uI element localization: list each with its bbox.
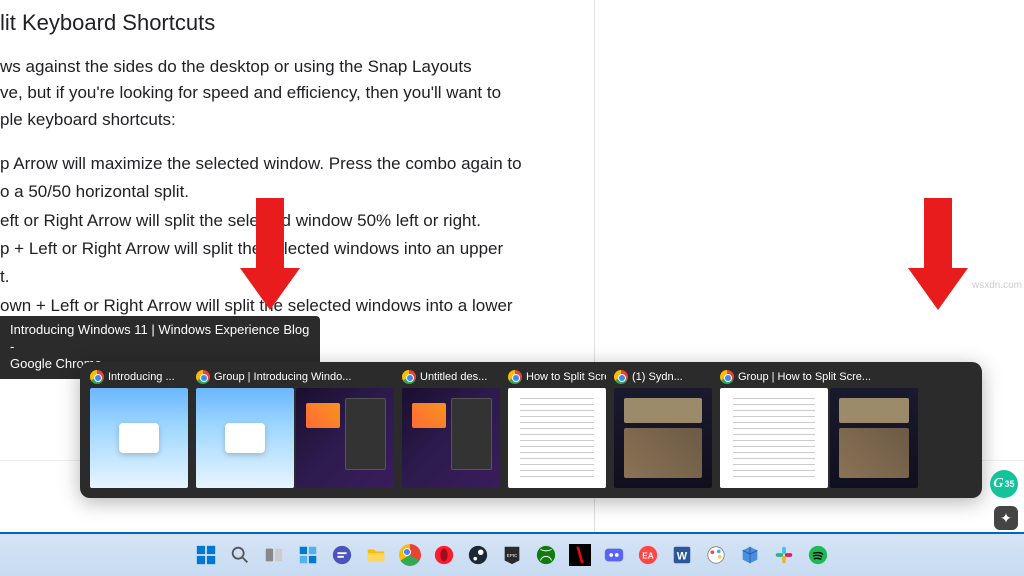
taskview-window-2[interactable]: Untitled des... <box>402 370 500 488</box>
window-thumbnail <box>402 388 500 488</box>
window-thumbnail <box>830 388 918 488</box>
chrome-icon <box>508 370 522 384</box>
xbox-icon[interactable] <box>532 541 560 569</box>
spotify-icon[interactable] <box>804 541 832 569</box>
search-icon[interactable] <box>226 541 254 569</box>
annotation-arrow-right <box>908 198 968 318</box>
discord-icon[interactable] <box>600 541 628 569</box>
taskview-window-5[interactable]: Group | How to Split Scre... <box>720 370 918 488</box>
annotation-arrow-left <box>240 198 300 318</box>
taskview-window-3[interactable]: How to Split Scree... <box>508 370 606 488</box>
chat-icon[interactable] <box>328 541 356 569</box>
svg-text:EPIC: EPIC <box>507 553 518 558</box>
taskview-window-1[interactable]: Group | Introducing Windo... <box>196 370 394 488</box>
paint-icon[interactable] <box>702 541 730 569</box>
taskview-window-label: How to Split Scree... <box>526 371 606 383</box>
start-icon[interactable] <box>192 541 220 569</box>
taskview-window-label: Group | Introducing Windo... <box>214 371 351 383</box>
widgets-icon[interactable] <box>294 541 322 569</box>
window-thumbnail <box>90 388 188 488</box>
svg-text:W: W <box>677 551 688 563</box>
watermark: wsxdn.com <box>972 280 1022 291</box>
opera-icon[interactable] <box>430 541 458 569</box>
slack-icon[interactable] <box>770 541 798 569</box>
chrome-icon <box>402 370 416 384</box>
window-thumbnail <box>720 388 828 488</box>
window-thumbnail <box>196 388 294 488</box>
taskview-window-label: Group | How to Split Scre... <box>738 371 871 383</box>
article-paragraph: ws against the sides do the desktop or u… <box>0 54 580 133</box>
article-heading: lit Keyboard Shortcuts <box>0 10 580 36</box>
taskview-popup[interactable]: Introducing ... Group | Introducing Windo… <box>80 362 982 498</box>
window-thumbnail <box>296 388 394 488</box>
taskview-window-label: Introducing ... <box>108 371 175 383</box>
epic-icon[interactable]: EPIC <box>498 541 526 569</box>
steam-icon[interactable] <box>464 541 492 569</box>
chrome-icon <box>614 370 628 384</box>
taskview-window-0[interactable]: Introducing ... <box>90 370 188 488</box>
window-thumbnail <box>508 388 606 488</box>
svg-text:EA: EA <box>642 552 654 561</box>
netflix-icon[interactable] <box>566 541 594 569</box>
taskview-window-label: (1) Sydn... <box>632 371 683 383</box>
taskview-window-label: Untitled des... <box>420 371 487 383</box>
explorer-icon[interactable] <box>362 541 390 569</box>
taskview-icon[interactable] <box>260 541 288 569</box>
chrome-icon <box>720 370 734 384</box>
taskbar[interactable]: EPIC EA W <box>0 532 1024 576</box>
window-thumbnail <box>614 388 712 488</box>
chrome-icon[interactable] <box>396 541 424 569</box>
word-icon[interactable]: W <box>668 541 696 569</box>
grammarly-badge[interactable]: G35 <box>990 470 1018 498</box>
ai-sparkle-button[interactable]: ✦ <box>994 506 1018 530</box>
ea-icon[interactable]: EA <box>634 541 662 569</box>
chrome-icon <box>196 370 210 384</box>
chrome-icon <box>90 370 104 384</box>
taskview-window-4[interactable]: (1) Sydn... <box>614 370 712 488</box>
3d-icon[interactable] <box>736 541 764 569</box>
